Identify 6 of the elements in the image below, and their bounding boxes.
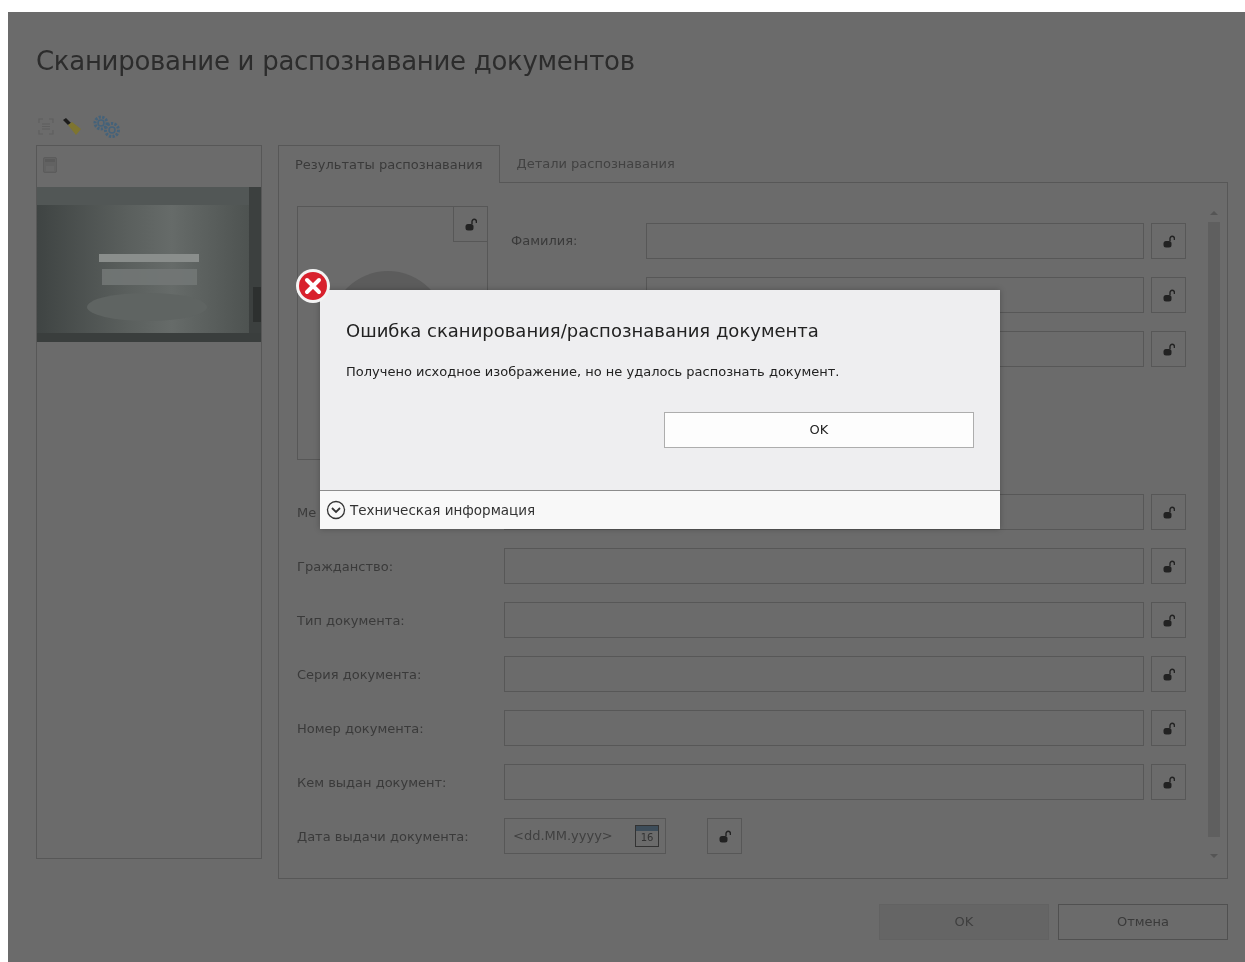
calendar-icon[interactable]: 16	[635, 825, 659, 847]
details-toggle[interactable]: Техническая информация	[326, 499, 536, 521]
window-title: Сканирование и распознавание документов	[36, 45, 636, 78]
ok-button[interactable]: OK	[664, 412, 974, 449]
dialog-message: Получено исходное изображение, но не удалось распознать документ.	[346, 362, 841, 381]
dialog-title: Ошибка сканирования/распознавания документа	[346, 320, 820, 342]
